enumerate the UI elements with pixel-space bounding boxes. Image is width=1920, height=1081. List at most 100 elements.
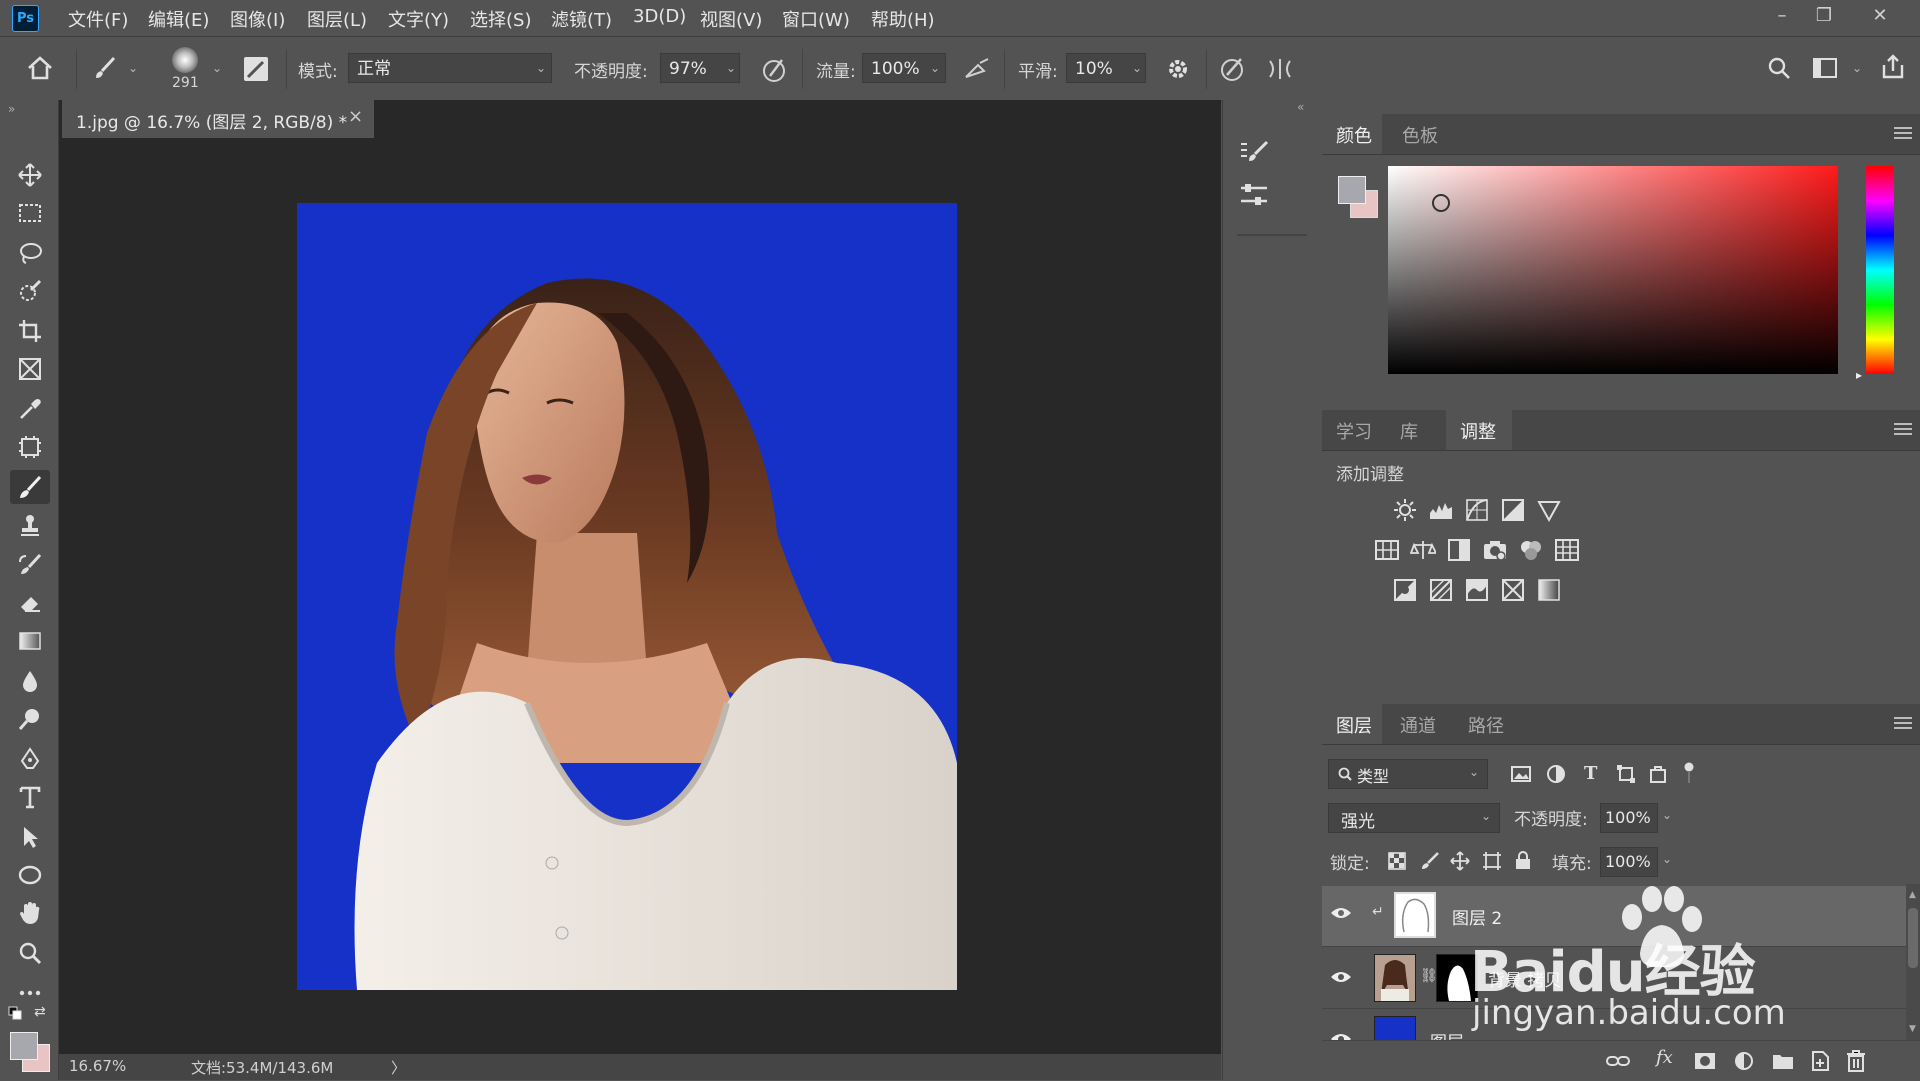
share-icon[interactable] (1880, 53, 1906, 81)
airbrush-icon[interactable] (962, 55, 992, 83)
tab-learn[interactable]: 学习 (1336, 418, 1372, 444)
color-field[interactable] (1388, 166, 1838, 374)
frame-tool-icon[interactable] (10, 352, 50, 386)
fill-field[interactable]: 100% (1600, 847, 1658, 877)
menu-layer[interactable]: 图层(L) (307, 6, 367, 32)
scroll-up-icon[interactable]: ▲ (1909, 890, 1916, 900)
hue-saturation-icon[interactable] (1374, 537, 1400, 563)
new-layer-icon[interactable] (1810, 1050, 1830, 1072)
black-white-icon[interactable] (1446, 537, 1472, 563)
gradient-tool-icon[interactable] (10, 624, 50, 658)
link-layers-icon[interactable] (1606, 1051, 1630, 1071)
chevron-down-icon[interactable]: ⌄ (1852, 61, 1862, 75)
filter-shape-icon[interactable] (1616, 764, 1636, 784)
canvas-image[interactable] (297, 203, 957, 990)
filter-smart-object-icon[interactable] (1648, 764, 1668, 784)
eraser-tool-icon[interactable] (10, 586, 50, 620)
exposure-icon[interactable] (1500, 497, 1526, 523)
color-lookup-icon[interactable] (1554, 537, 1580, 563)
lock-all-icon[interactable] (1514, 850, 1532, 870)
properties-panel-icon[interactable] (1239, 182, 1269, 208)
eye-icon[interactable] (1330, 1032, 1352, 1040)
channel-mixer-icon[interactable] (1518, 537, 1544, 563)
filter-adjustment-icon[interactable] (1546, 764, 1566, 784)
layer-filter-select[interactable]: 类型 ⌄ (1328, 759, 1488, 789)
menu-select[interactable]: 选择(S) (470, 6, 531, 32)
menu-filter[interactable]: 滤镜(T) (551, 6, 612, 32)
restore-button[interactable]: ❐ (1804, 2, 1844, 30)
tab-adjustments[interactable]: 调整 (1460, 418, 1496, 444)
menu-image[interactable]: 图像(I) (230, 6, 285, 32)
lasso-tool-icon[interactable] (10, 236, 50, 270)
filter-pixel-icon[interactable] (1510, 764, 1532, 784)
hue-slider[interactable] (1866, 166, 1894, 374)
panel-menu-icon[interactable] (1894, 714, 1912, 732)
status-arrow-icon[interactable]: 〉 (391, 1057, 406, 1078)
new-group-icon[interactable] (1772, 1051, 1794, 1071)
eyedropper-tool-icon[interactable] (10, 392, 50, 426)
layers-scrollbar[interactable]: ▲ ▼ (1906, 884, 1920, 1040)
history-brush-tool-icon[interactable] (10, 548, 50, 582)
quick-select-tool-icon[interactable] (10, 274, 50, 308)
menu-3d[interactable]: 3D(D) (633, 6, 686, 27)
brightness-icon[interactable] (1392, 497, 1418, 523)
chevron-down-icon[interactable]: ⌄ (128, 61, 138, 75)
zoom-tool-icon[interactable] (10, 936, 50, 970)
pen-tool-icon[interactable] (10, 742, 50, 776)
tab-channels[interactable]: 通道 (1400, 712, 1436, 738)
menu-edit[interactable]: 编辑(E) (148, 6, 209, 32)
close-window-button[interactable]: ✕ (1860, 2, 1900, 30)
default-colors-icon[interactable] (8, 1006, 22, 1020)
add-mask-icon[interactable] (1694, 1051, 1716, 1071)
selective-color-icon[interactable] (1500, 577, 1526, 603)
posterize-icon[interactable] (1428, 577, 1454, 603)
menu-help[interactable]: 帮助(H) (871, 6, 935, 32)
marquee-tool-icon[interactable] (10, 196, 50, 230)
gear-icon[interactable] (1164, 55, 1192, 83)
tab-libraries[interactable]: 库 (1400, 418, 1418, 444)
eye-icon[interactable] (1330, 906, 1352, 920)
brush-tip-preview[interactable] (172, 47, 198, 73)
chevron-down-icon[interactable]: ⌄ (212, 61, 222, 75)
minimize-button[interactable]: – (1762, 2, 1802, 30)
panel-menu-icon[interactable] (1894, 420, 1912, 438)
layer-name[interactable]: 背景 拷贝 (1488, 966, 1561, 991)
tab-swatches[interactable]: 色板 (1402, 122, 1438, 148)
layer-row[interactable]: ⛓ 背景 拷贝 (1322, 948, 1907, 1009)
brush-settings-icon[interactable] (244, 57, 268, 81)
curves-icon[interactable] (1464, 497, 1490, 523)
gradient-map-icon[interactable] (1536, 577, 1562, 603)
tab-layers[interactable]: 图层 (1336, 712, 1372, 738)
hand-tool-icon[interactable] (10, 896, 50, 930)
crop-tool-icon[interactable] (10, 314, 50, 348)
document-tab[interactable]: 1.jpg @ 16.7% (图层 2, RGB/8) * × (62, 100, 374, 138)
stamp-tool-icon[interactable] (10, 508, 50, 542)
menu-view[interactable]: 视图(V) (700, 6, 762, 32)
delete-layer-icon[interactable] (1846, 1049, 1866, 1073)
foreground-color-swatch[interactable] (10, 1032, 38, 1060)
pressure-opacity-icon[interactable] (760, 55, 788, 83)
menu-window[interactable]: 窗口(W) (782, 6, 850, 32)
brush-settings-panel-icon[interactable] (1239, 138, 1269, 166)
color-picker-cursor[interactable] (1432, 194, 1450, 212)
close-tab-icon[interactable]: × (348, 106, 363, 127)
layer-mask-thumbnail[interactable] (1436, 954, 1478, 1002)
levels-icon[interactable] (1428, 497, 1454, 523)
layer-opacity-field[interactable]: 100% (1600, 803, 1658, 833)
chevron-down-icon[interactable]: ⌄ (1662, 852, 1672, 866)
vibrance-icon[interactable] (1536, 497, 1562, 523)
tab-paths[interactable]: 路径 (1468, 712, 1504, 738)
new-adjustment-icon[interactable] (1734, 1051, 1754, 1071)
mode-select[interactable]: 正常 (348, 53, 552, 83)
pressure-size-icon[interactable] (1218, 55, 1246, 83)
scroll-down-icon[interactable]: ▼ (1909, 1024, 1916, 1034)
foreground-color-chip[interactable] (1338, 176, 1366, 204)
invert-icon[interactable] (1392, 577, 1418, 603)
lock-transparent-icon[interactable] (1388, 852, 1406, 870)
menu-file[interactable]: 文件(F) (68, 6, 128, 32)
filter-toggle-icon[interactable] (1684, 761, 1694, 785)
tab-color[interactable]: 颜色 (1336, 122, 1372, 148)
hue-slider-handle[interactable]: ▸ (1856, 368, 1862, 382)
type-tool-icon[interactable] (10, 780, 50, 814)
blend-mode-select[interactable]: 强光 ⌄ (1328, 803, 1500, 833)
